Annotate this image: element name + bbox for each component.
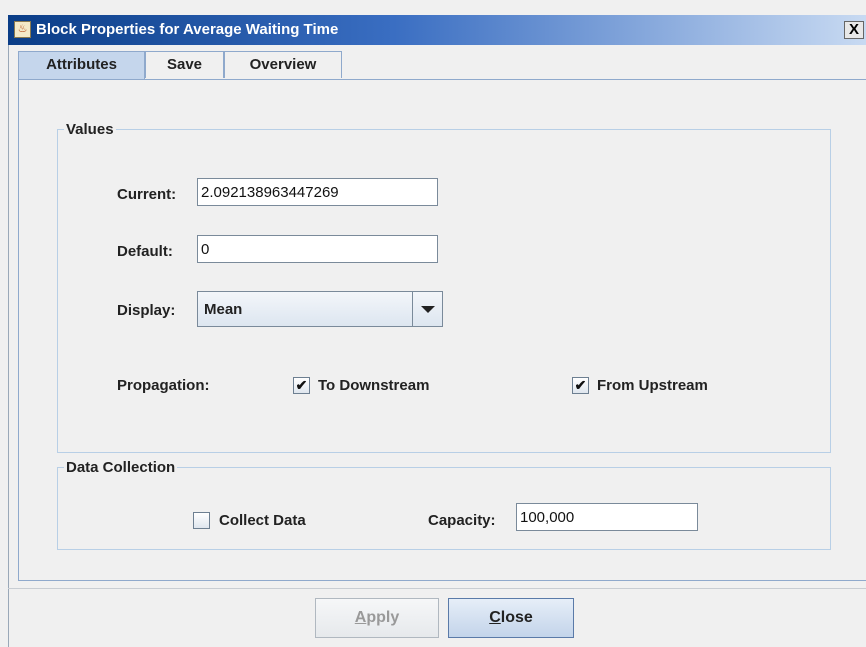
close-button[interactable]: Close	[448, 598, 574, 638]
collect-data-checkbox[interactable]	[193, 512, 210, 529]
close-mnemonic: C	[489, 609, 501, 626]
data-collection-group: Data Collection	[57, 459, 831, 550]
tab-overview[interactable]: Overview	[224, 51, 342, 78]
display-selected-value: Mean	[204, 301, 243, 318]
propagation-label: Propagation:	[117, 377, 210, 394]
current-label: Current:	[117, 186, 177, 203]
tab-attributes[interactable]: Attributes	[18, 51, 145, 79]
collect-data-label[interactable]: Collect Data	[219, 512, 306, 529]
title-bar[interactable]: ♨ Block Properties for Average Waiting T…	[8, 15, 866, 45]
capacity-label: Capacity:	[428, 512, 496, 529]
block-properties-dialog: ♨ Block Properties for Average Waiting T…	[0, 0, 866, 647]
tab-save[interactable]: Save	[145, 51, 224, 78]
data-collection-legend: Data Collection	[66, 459, 176, 476]
apply-mnemonic: A	[354, 609, 367, 626]
values-group: Values	[57, 121, 831, 453]
close-label-rest: lose	[500, 609, 533, 626]
close-window-icon[interactable]: X	[844, 21, 864, 39]
window-title: Block Properties for Average Waiting Tim…	[36, 21, 339, 38]
apply-label-rest: pply	[366, 609, 400, 626]
default-label: Default:	[117, 243, 173, 260]
display-select[interactable]: Mean	[197, 291, 443, 327]
button-bar-separator	[8, 588, 866, 589]
to-downstream-label[interactable]: To Downstream	[318, 377, 429, 394]
to-downstream-checkbox[interactable]: ✔	[293, 377, 310, 394]
current-value-field[interactable]	[197, 178, 438, 206]
values-legend: Values	[66, 121, 114, 138]
apply-button[interactable]: Apply	[315, 598, 439, 638]
capacity-field[interactable]	[516, 503, 698, 531]
default-value-field[interactable]	[197, 235, 438, 263]
window-left-border	[8, 45, 9, 647]
display-label: Display:	[117, 302, 176, 319]
display-dropdown-button[interactable]	[412, 292, 442, 326]
chevron-down-icon	[421, 306, 435, 313]
attributes-panel: Values Current: Default: Display: Mean P…	[18, 79, 866, 581]
java-app-icon: ♨	[14, 21, 31, 38]
from-upstream-checkbox[interactable]: ✔	[572, 377, 589, 394]
from-upstream-label[interactable]: From Upstream	[597, 377, 708, 394]
